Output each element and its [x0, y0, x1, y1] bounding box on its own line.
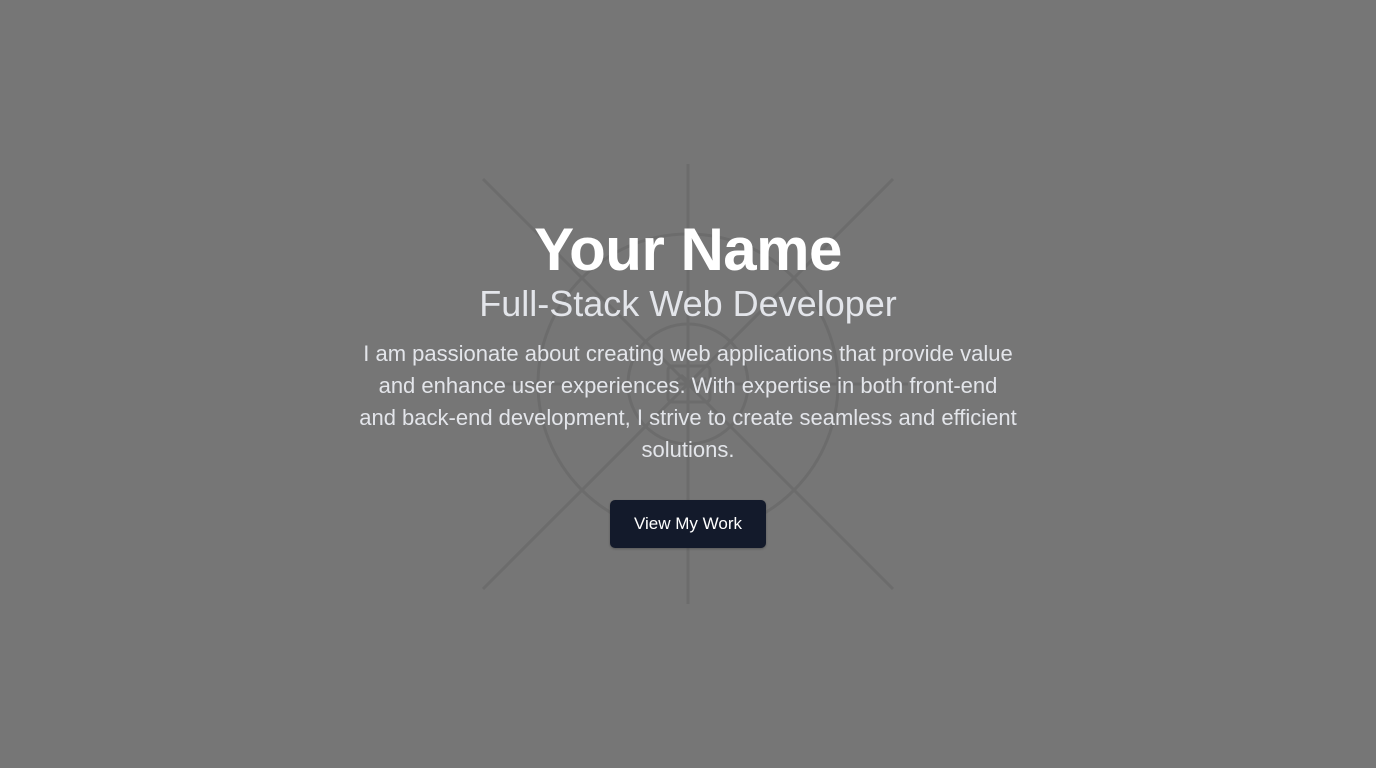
hero-role: Full-Stack Web Developer — [479, 283, 897, 324]
view-my-work-button[interactable]: View My Work — [609, 500, 766, 548]
hero-section: Your Name Full-Stack Web Developer I am … — [0, 0, 1376, 768]
hero-content: Your Name Full-Stack Web Developer I am … — [0, 214, 1376, 548]
hero-bio: I am passionate about creating web appli… — [359, 341, 1017, 462]
hero-name: Your Name — [534, 216, 842, 283]
